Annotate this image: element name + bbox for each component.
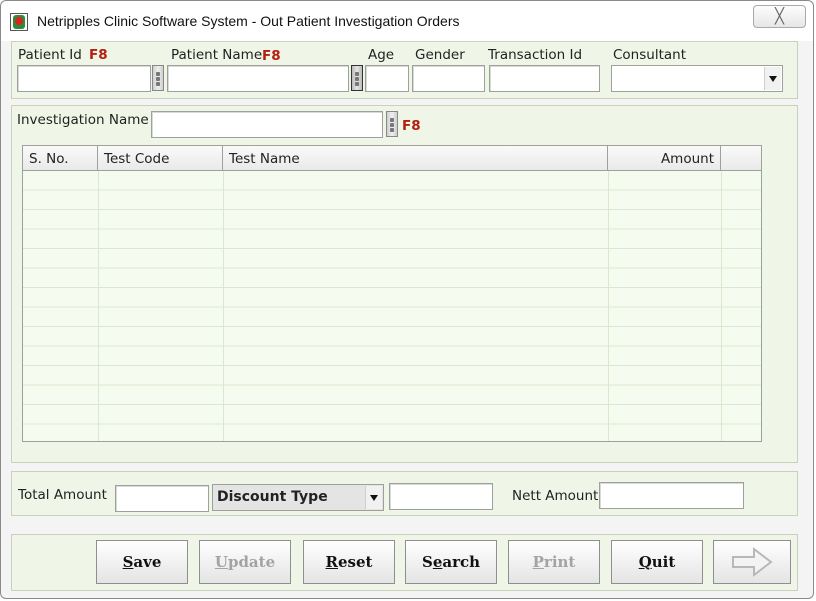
transaction-id-label: Transaction Id [488,47,583,63]
save-button[interactable]: Save [96,540,188,584]
column-header-sno[interactable]: S. No. [23,146,98,170]
investigation-grid[interactable]: S. No. Test Code Test Name Amount [22,145,762,442]
age-label: Age [368,47,395,63]
patient-id-label: Patient Id [18,47,82,63]
column-header-test-code[interactable]: Test Code [98,146,223,170]
investigation-lookup-button[interactable] [386,111,398,137]
grid-column-divider [608,171,609,441]
close-button[interactable]: ╳ [753,5,806,28]
column-header-test-name[interactable]: Test Name [223,146,608,170]
patient-name-hotkey: F8 [262,48,281,64]
update-mnemonic: U [214,553,228,571]
clinic-logo-icon [10,13,28,31]
grid-header: S. No. Test Code Test Name Amount [23,146,761,171]
search-button[interactable]: Search [405,540,497,584]
grid-column-divider [98,171,99,441]
column-header-spacer [721,146,761,170]
investigation-hotkey: F8 [402,118,421,134]
print-label: rint [543,553,576,571]
chevron-down-icon[interactable] [764,67,781,90]
app-window: Netripples Clinic Software System - Out … [0,0,814,599]
search-mnemonic: e [432,553,443,571]
save-mnemonic: S [122,553,134,571]
nett-amount-input[interactable] [599,482,744,509]
search-label: arch [442,553,481,571]
transaction-id-input[interactable] [489,65,600,92]
patient-name-lookup-button[interactable] [351,65,363,91]
grid-column-divider [223,171,224,441]
print-button[interactable]: Print [508,540,600,584]
patient-id-input[interactable] [17,65,151,92]
consultant-label: Consultant [613,47,686,63]
patient-name-input[interactable] [167,65,349,92]
patient-id-lookup-button[interactable] [152,65,164,91]
total-amount-label: Total Amount [18,487,107,503]
age-input[interactable] [365,65,409,92]
discount-type-select[interactable]: Discount Type [212,484,384,511]
discount-type-value: Discount Type [217,489,328,505]
title-bar: Netripples Clinic Software System - Out … [1,1,813,41]
update-button[interactable]: Update [199,540,291,584]
window-title: Netripples Clinic Software System - Out … [37,13,460,29]
next-button[interactable] [713,540,791,584]
search-label-start: S [421,553,433,571]
investigation-name-label: Investigation Name [17,112,149,128]
quit-label: uit [651,553,676,571]
quit-mnemonic: Q [638,553,652,571]
print-mnemonic: P [532,553,544,571]
reset-mnemonic: R [325,553,338,571]
investigation-name-input[interactable] [151,111,383,138]
grid-column-divider [721,171,722,441]
grid-rows [23,171,761,441]
column-header-amount[interactable]: Amount [608,146,721,170]
quit-button[interactable]: Quit [611,540,703,584]
chevron-down-icon[interactable] [365,486,382,509]
arrow-right-icon [732,546,773,578]
gender-input[interactable] [412,65,485,92]
reset-label: eset [338,553,373,571]
gender-label: Gender [415,47,465,63]
patient-name-label: Patient Name [171,47,263,63]
nett-amount-label: Nett Amount [512,488,599,504]
update-label: pdate [227,553,276,571]
reset-button[interactable]: Reset [303,540,395,584]
close-icon: ╳ [774,7,785,25]
save-label: ave [133,553,162,571]
total-amount-input[interactable] [115,485,209,512]
discount-value-input[interactable] [389,483,493,510]
patient-id-hotkey: F8 [89,47,108,63]
consultant-select[interactable] [611,65,783,92]
